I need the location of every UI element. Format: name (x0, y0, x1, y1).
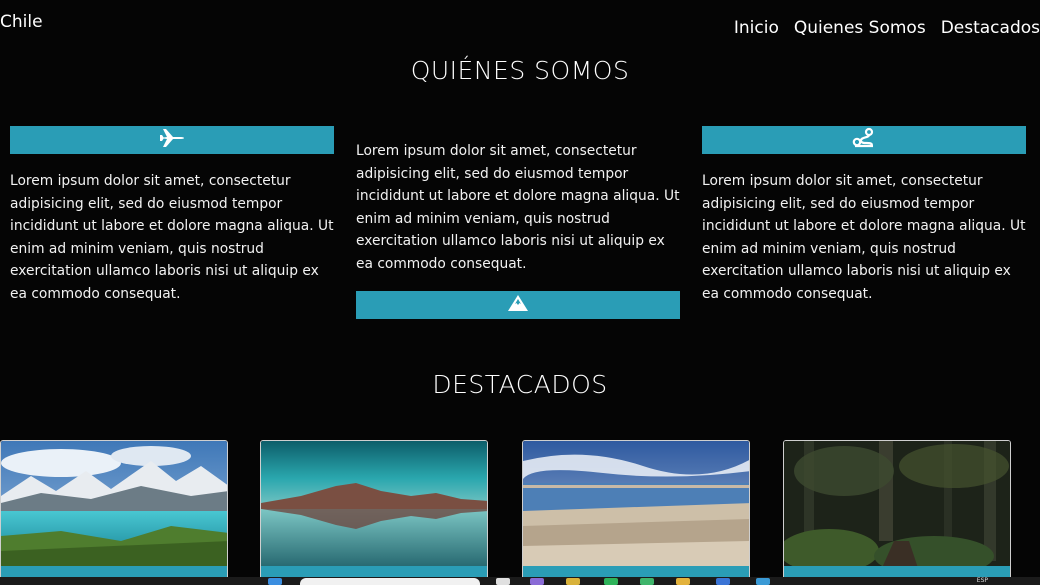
about-card-1-header (10, 126, 334, 154)
about-section-title: QUIÉNES SOMOS (410, 56, 630, 85)
featured-card-2[interactable] (260, 440, 488, 585)
main-nav: Inicio Quienes Somos Destacados (734, 18, 1040, 38)
app-icon[interactable] (566, 578, 580, 585)
about-card-1: Lorem ipsum dolor sit amet, consectetur … (10, 126, 334, 305)
os-taskbar: ESP (0, 577, 1040, 585)
app-icon[interactable] (530, 578, 544, 585)
about-card-2: Lorem ipsum dolor sit amet, consectetur … (356, 140, 680, 319)
salt-flat-lagoon-image (523, 441, 749, 584)
featured-card-3[interactable] (522, 440, 750, 585)
taskbar-search-box[interactable] (300, 578, 480, 585)
about-card-2-footer (356, 291, 680, 319)
torres-del-paine-lake-image (1, 441, 227, 584)
forest-ferns-image (784, 441, 1010, 584)
app-icon[interactable] (756, 578, 770, 585)
featured-section-title: DESTACADOS (432, 370, 608, 399)
mountain-icon (506, 293, 530, 317)
featured-card-1[interactable] (0, 440, 228, 585)
featured-card-4[interactable] (783, 440, 1011, 585)
volcano-reflection-image (261, 441, 487, 584)
about-card-2-text: Lorem ipsum dolor sit amet, consectetur … (356, 143, 680, 272)
about-card-3-header (702, 126, 1026, 154)
airplane-icon (159, 127, 185, 153)
nav-link-quienes-somos[interactable]: Quienes Somos (794, 18, 926, 38)
windows-start-icon[interactable] (268, 578, 282, 585)
about-card-1-text: Lorem ipsum dolor sit amet, consectetur … (10, 173, 334, 302)
taskbar-language[interactable]: ESP (977, 577, 988, 585)
about-card-3: Lorem ipsum dolor sit amet, consectetur … (702, 126, 1026, 305)
chrome-icon[interactable] (604, 578, 618, 585)
app-icon[interactable] (640, 578, 654, 585)
taskview-icon[interactable] (496, 578, 510, 585)
app-icon[interactable] (716, 578, 730, 585)
page: Chile Inicio Quienes Somos Destacados QU… (0, 0, 1040, 585)
nav-link-destacados[interactable]: Destacados (941, 18, 1040, 38)
nav-link-inicio[interactable]: Inicio (734, 18, 779, 38)
folder-icon[interactable] (676, 578, 690, 585)
about-card-3-text: Lorem ipsum dolor sit amet, consectetur … (702, 173, 1026, 302)
route-icon (851, 127, 877, 153)
brand-logo-text[interactable]: Chile (0, 12, 43, 32)
